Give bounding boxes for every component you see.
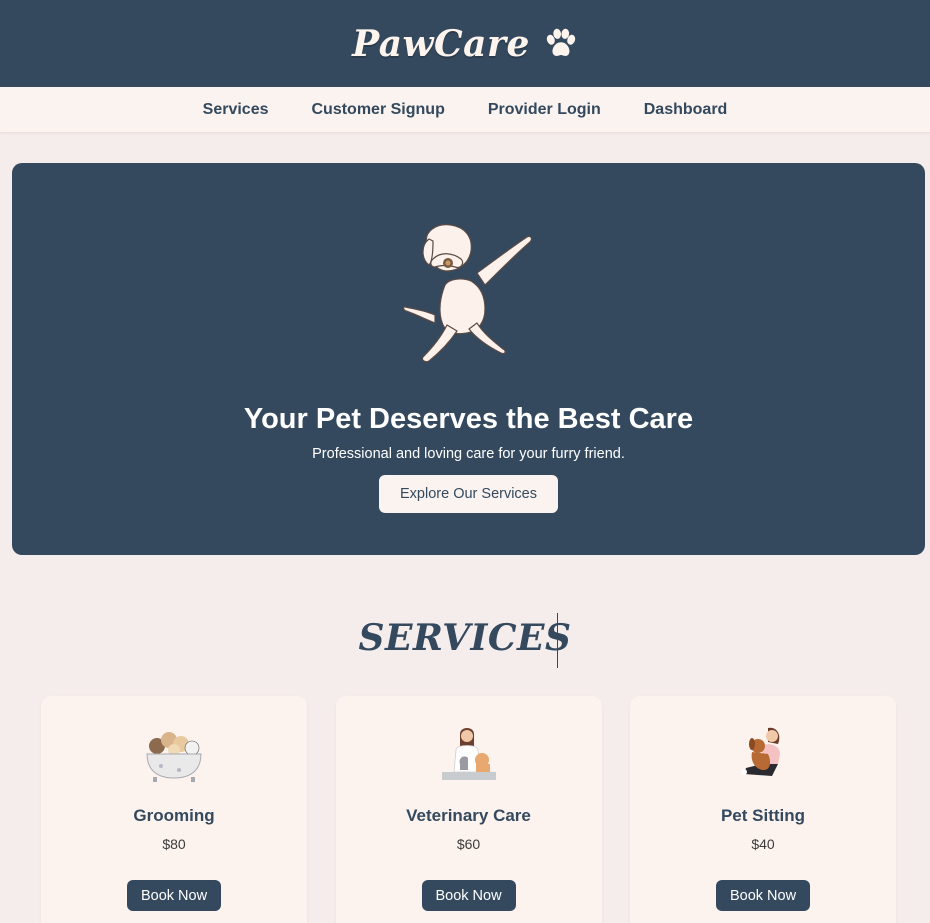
explore-services-button[interactable]: Explore Our Services <box>379 475 558 513</box>
top-header: PawCare <box>0 0 930 87</box>
service-price: $80 <box>162 836 186 852</box>
service-card-pet-sitting: Pet Sitting $40 Book Now <box>630 696 896 923</box>
book-grooming-button[interactable]: Book Now <box>127 880 221 911</box>
service-name: Veterinary Care <box>406 806 531 825</box>
nav-link-customer-signup[interactable]: Customer Signup <box>290 101 466 119</box>
book-veterinary-care-button[interactable]: Book Now <box>421 880 516 911</box>
service-card-grooming: Grooming $80 Book Now <box>41 696 307 923</box>
main-nav: Services Customer Signup Provider Login … <box>0 87 930 133</box>
brand-logo[interactable]: PawCare <box>352 23 578 65</box>
brand-name: PawCare <box>352 22 530 65</box>
service-price: $40 <box>751 836 775 852</box>
services-heading: SERVICES <box>358 617 572 659</box>
sitter-hugging-dog-illustration <box>741 727 780 776</box>
hero-subtitle: Professional and loving care for your fu… <box>312 446 625 462</box>
nav-link-provider-login[interactable]: Provider Login <box>466 101 622 119</box>
dabbing-dog-illustration <box>402 224 532 363</box>
hero-banner: Your Pet Deserves the Best Care Professi… <box>12 163 925 555</box>
book-pet-sitting-button[interactable]: Book Now <box>716 880 810 911</box>
grooming-pets-in-tub-illustration <box>146 732 202 782</box>
services-list: Grooming $80 Book Now Veterinary Care $6… <box>41 696 896 923</box>
paw-icon <box>546 28 576 56</box>
veterinarian-with-pets-illustration <box>441 728 496 780</box>
nav-link-services[interactable]: Services <box>181 101 290 119</box>
text-cursor <box>557 613 558 668</box>
service-card-veterinary-care: Veterinary Care $60 Book Now <box>335 696 602 923</box>
nav-link-dashboard[interactable]: Dashboard <box>622 101 749 119</box>
service-price: $60 <box>456 836 481 852</box>
hero-title: Your Pet Deserves the Best Care <box>243 403 694 435</box>
service-name: Pet Sitting <box>720 806 806 825</box>
service-name: Grooming <box>133 806 215 825</box>
